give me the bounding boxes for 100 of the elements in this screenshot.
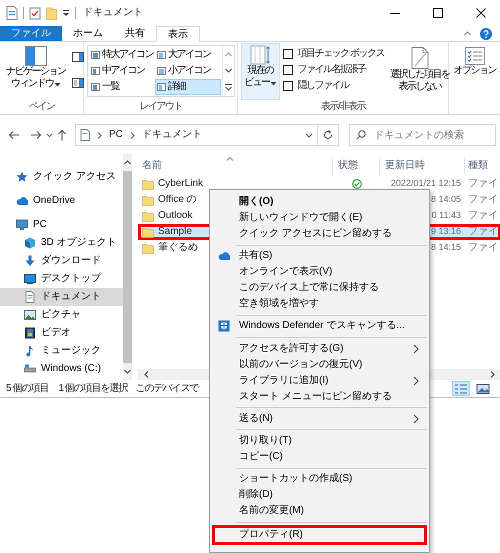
nav-item[interactable]: Windows (C:): [0, 360, 123, 378]
help-icon[interactable]: [480, 28, 492, 40]
menu-item[interactable]: ライブラリに追加(I): [212, 372, 427, 389]
menu-item[interactable]: 以前のバージョンの復元(V): [212, 356, 427, 373]
layout-option[interactable]: 大アイコン: [155, 47, 221, 63]
forward-arrow-icon: [30, 130, 42, 140]
checkbox[interactable]: [282, 49, 292, 59]
address-field[interactable]: PC ドキュメント: [75, 124, 318, 146]
file-menu-tab[interactable]: ファイル: [0, 26, 62, 41]
checkbox-label[interactable]: ファイル名拡張子: [298, 64, 366, 76]
file-type: ファイ: [468, 178, 498, 189]
menu-item[interactable]: このデバイス上で常に保持する: [212, 280, 427, 296]
menu-item[interactable]: 開く(O): [212, 194, 427, 210]
chevron-icon: [128, 130, 137, 140]
nav-item[interactable]: ピクチャ: [0, 306, 123, 324]
caret-icon: [270, 80, 276, 86]
maximize-icon: [433, 8, 443, 18]
column-header[interactable]: 状態: [333, 158, 380, 174]
path-segment[interactable]: PC: [109, 129, 123, 141]
layout-option[interactable]: 特大アイコン: [89, 47, 155, 63]
up-button[interactable]: [57, 129, 67, 141]
modified-date: 8 14:15: [430, 242, 461, 252]
scroll-down-icon: [224, 66, 233, 76]
properties-icon[interactable]: [29, 6, 41, 20]
file-name[interactable]: Sample: [158, 226, 192, 238]
menu-item[interactable]: コピー(C): [212, 448, 427, 465]
document-icon: [24, 291, 36, 303]
menu-item[interactable]: ショートカットの作成(S): [212, 471, 427, 488]
nav-item[interactable]: ビデオ: [0, 324, 123, 342]
forward-button[interactable]: [30, 130, 42, 140]
nav-item[interactable]: ドキュメント: [0, 288, 123, 306]
more-icon[interactable]: [224, 83, 233, 92]
menu-item[interactable]: スタート メニューにピン留めする: [212, 388, 427, 405]
dropdown-icon[interactable]: [62, 9, 70, 17]
close-icon: [476, 8, 486, 18]
menu-item[interactable]: 空き領域を増やす: [212, 296, 427, 312]
scroll-up-icon: [122, 158, 132, 167]
ribbon-tab[interactable]: ホーム: [62, 26, 114, 41]
preview-pane-icon[interactable]: [72, 52, 84, 62]
checkbox[interactable]: [282, 81, 292, 91]
hide-selected-button[interactable]: 選択した項目を 表示しない: [386, 45, 452, 95]
refresh-button[interactable]: [317, 124, 339, 146]
menu-item[interactable]: 切り取り(T): [212, 432, 427, 449]
nav-item[interactable]: PC: [0, 216, 123, 234]
column-header[interactable]: 種類: [465, 158, 500, 174]
path-segment[interactable]: ドキュメント: [142, 129, 202, 141]
file-name[interactable]: 筆ぐるめ: [158, 242, 198, 254]
checkbox-label[interactable]: 隠しファイル: [298, 80, 348, 92]
large-icons-view-button[interactable]: [474, 381, 492, 396]
file-name[interactable]: Outlook: [158, 210, 192, 222]
details-view-button[interactable]: [452, 381, 470, 396]
nav-item[interactable]: ミュージック: [0, 342, 123, 360]
file-name[interactable]: Office の: [158, 194, 197, 206]
drive-icon: [24, 363, 36, 375]
navigation-pane-button[interactable]: ナビゲーション ウィンドウ: [3, 44, 68, 92]
menu-item[interactable]: プロパティ(R): [212, 525, 427, 546]
refresh-icon: [323, 130, 333, 140]
checkbox-label[interactable]: 項目チェック ボックス: [298, 48, 384, 60]
dropdown-icon[interactable]: [305, 132, 313, 138]
nav-item[interactable]: OneDrive: [0, 192, 123, 210]
layout-option[interactable]: 中アイコン: [89, 63, 155, 79]
search-icon: [356, 130, 366, 140]
column-header[interactable]: 名前: [138, 158, 333, 174]
menu-item[interactable]: 送る(N): [212, 410, 427, 427]
column-header[interactable]: 更新日時: [380, 158, 465, 174]
folder-icon: [142, 242, 154, 254]
menu-item[interactable]: 削除(D): [212, 487, 427, 504]
menu-item[interactable]: アクセスを許可する(G): [212, 340, 427, 357]
monitor-icon: [16, 219, 28, 231]
search-field[interactable]: ドキュメントの検索: [349, 124, 496, 146]
view-icon: [91, 51, 100, 59]
nav-item[interactable]: デスクトップ: [0, 270, 123, 288]
menu-item[interactable]: Windows Defender でスキャンする...: [212, 318, 427, 334]
menu-item[interactable]: クイック アクセスにピン留めする: [212, 226, 427, 242]
menu-item[interactable]: オンラインで表示(V): [212, 264, 427, 280]
nav-item[interactable]: 3D オブジェクト: [0, 234, 123, 252]
layout-option[interactable]: 一覧: [89, 79, 155, 95]
menu-item[interactable]: 共有(S): [212, 248, 427, 264]
modified-date: 0 11:43: [432, 210, 461, 220]
file-name[interactable]: CyberLink: [158, 178, 204, 190]
ribbon-tab[interactable]: 共有: [114, 26, 156, 41]
nav-item[interactable]: ダウンロード: [0, 252, 123, 270]
current-view-button[interactable]: 現在の ビュー: [241, 43, 280, 100]
menu-item[interactable]: 名前の変更(M): [212, 503, 427, 520]
options-button[interactable]: オプション: [450, 45, 499, 79]
item-count: 5 個の項目: [6, 382, 48, 394]
back-button[interactable]: [8, 130, 20, 140]
recent-locations-button[interactable]: [46, 132, 53, 138]
details-pane-icon[interactable]: [72, 78, 84, 88]
nav-item[interactable]: クイック アクセス: [0, 168, 123, 186]
layout-option[interactable]: 小アイコン: [155, 63, 221, 79]
layout-option[interactable]: 詳細: [155, 79, 221, 95]
group-label: ペイン: [28, 101, 56, 114]
menu-item[interactable]: 新しいウィンドウで開く(E): [212, 210, 427, 226]
columns-icon: [250, 45, 270, 65]
ribbon-tab[interactable]: 表示: [156, 26, 200, 42]
checkbox[interactable]: [282, 65, 292, 75]
view-icon: [91, 67, 100, 75]
scrollbar[interactable]: [122, 154, 132, 380]
picture-icon: [476, 382, 490, 394]
